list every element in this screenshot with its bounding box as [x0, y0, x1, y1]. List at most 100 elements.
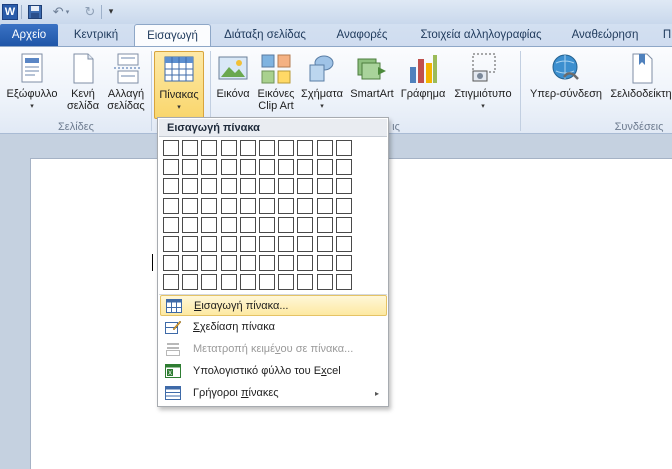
- grid-cell[interactable]: [201, 255, 218, 272]
- grid-cell[interactable]: [201, 178, 218, 195]
- grid-cell[interactable]: [316, 216, 333, 233]
- grid-cell[interactable]: [316, 178, 333, 195]
- grid-cell[interactable]: [201, 236, 218, 252]
- grid-cell[interactable]: [259, 159, 275, 176]
- grid-cell[interactable]: [201, 159, 218, 176]
- draw-table-menu-item[interactable]: Σχεδίαση πίνακα: [160, 317, 387, 338]
- tab-home[interactable]: Κεντρική: [62, 24, 130, 46]
- grid-cell[interactable]: [201, 197, 218, 214]
- grid-cell[interactable]: [220, 140, 237, 156]
- tab-review[interactable]: Αναθεώρηση: [562, 24, 648, 46]
- tab-view[interactable]: Π: [662, 24, 672, 46]
- shapes-button[interactable]: Σχήματα ▾: [298, 49, 346, 113]
- grid-cell[interactable]: [182, 197, 199, 214]
- grid-cell[interactable]: [335, 178, 352, 195]
- grid-cell[interactable]: [297, 178, 314, 195]
- table-size-grid[interactable]: [163, 140, 359, 296]
- grid-cell[interactable]: [278, 216, 295, 233]
- clip-art-button[interactable]: Εικόνες Clip Art: [254, 49, 298, 112]
- grid-cell[interactable]: [297, 159, 314, 176]
- table-button[interactable]: Πίνακας ▾: [154, 51, 204, 119]
- grid-cell[interactable]: [163, 255, 179, 272]
- grid-cell[interactable]: [316, 255, 333, 272]
- undo-dropdown-caret[interactable]: ▾: [66, 8, 70, 16]
- grid-cell[interactable]: [335, 274, 352, 291]
- grid-cell[interactable]: [297, 236, 314, 252]
- grid-cell[interactable]: [297, 255, 314, 272]
- screenshot-button[interactable]: Στιγμιότυπο ▾: [450, 49, 516, 113]
- blank-page-button[interactable]: Κενή σελίδα: [64, 49, 102, 112]
- grid-cell[interactable]: [335, 255, 352, 272]
- grid-cell[interactable]: [163, 197, 179, 214]
- grid-cell[interactable]: [259, 178, 275, 195]
- convert-text-to-table-menu-item[interactable]: Μετατροπή κειμένου σε πίνακα...: [160, 339, 387, 360]
- grid-cell[interactable]: [239, 159, 256, 176]
- grid-cell[interactable]: [278, 236, 295, 252]
- grid-cell[interactable]: [182, 274, 199, 291]
- excel-spreadsheet-menu-item[interactable]: X Υπολογιστικό φύλλο του Excel: [160, 361, 387, 382]
- grid-cell[interactable]: [220, 159, 237, 176]
- chart-button[interactable]: Γράφημα: [397, 49, 449, 100]
- tab-file[interactable]: Αρχείο: [0, 24, 58, 46]
- grid-cell[interactable]: [201, 140, 218, 156]
- grid-cell[interactable]: [163, 274, 179, 291]
- grid-cell[interactable]: [239, 140, 256, 156]
- grid-cell[interactable]: [259, 236, 275, 252]
- grid-cell[interactable]: [278, 255, 295, 272]
- grid-cell[interactable]: [239, 255, 256, 272]
- grid-cell[interactable]: [335, 159, 352, 176]
- tab-page-layout[interactable]: Διάταξη σελίδας: [215, 24, 315, 46]
- grid-cell[interactable]: [335, 216, 352, 233]
- grid-cell[interactable]: [278, 140, 295, 156]
- grid-cell[interactable]: [316, 236, 333, 252]
- grid-cell[interactable]: [239, 197, 256, 214]
- tab-mailings[interactable]: Στοιχεία αλληλογραφίας: [408, 24, 554, 46]
- grid-cell[interactable]: [220, 274, 237, 291]
- grid-cell[interactable]: [182, 236, 199, 252]
- grid-cell[interactable]: [316, 159, 333, 176]
- page-break-button[interactable]: Αλλαγή σελίδας: [104, 49, 148, 112]
- grid-cell[interactable]: [239, 178, 256, 195]
- picture-button[interactable]: Εικόνα: [212, 49, 254, 100]
- grid-cell[interactable]: [259, 255, 275, 272]
- grid-cell[interactable]: [220, 178, 237, 195]
- grid-cell[interactable]: [297, 216, 314, 233]
- grid-cell[interactable]: [220, 236, 237, 252]
- grid-cell[interactable]: [297, 140, 314, 156]
- grid-cell[interactable]: [182, 216, 199, 233]
- grid-cell[interactable]: [201, 216, 218, 233]
- grid-cell[interactable]: [163, 178, 179, 195]
- grid-cell[interactable]: [182, 178, 199, 195]
- grid-cell[interactable]: [297, 274, 314, 291]
- grid-cell[interactable]: [201, 274, 218, 291]
- word-app-icon[interactable]: W: [2, 4, 18, 20]
- customize-quick-access-button[interactable]: ▾: [106, 3, 116, 20]
- grid-cell[interactable]: [259, 216, 275, 233]
- hyperlink-button[interactable]: Υπερ-σύνδεση: [526, 49, 606, 100]
- grid-cell[interactable]: [163, 140, 179, 156]
- cover-page-button[interactable]: Εξώφυλλο ▾: [4, 49, 60, 113]
- grid-cell[interactable]: [316, 197, 333, 214]
- tab-insert[interactable]: Εισαγωγή: [134, 24, 211, 47]
- save-button[interactable]: [27, 3, 43, 20]
- grid-cell[interactable]: [163, 236, 179, 252]
- grid-cell[interactable]: [259, 274, 275, 291]
- grid-cell[interactable]: [278, 178, 295, 195]
- grid-cell[interactable]: [335, 197, 352, 214]
- grid-cell[interactable]: [278, 197, 295, 214]
- grid-cell[interactable]: [163, 216, 179, 233]
- grid-cell[interactable]: [220, 216, 237, 233]
- grid-cell[interactable]: [220, 197, 237, 214]
- grid-cell[interactable]: [239, 236, 256, 252]
- grid-cell[interactable]: [182, 140, 199, 156]
- bookmark-button[interactable]: Σελιδοδείκτη: [606, 49, 672, 100]
- grid-cell[interactable]: [182, 255, 199, 272]
- redo-button[interactable]: ↻: [82, 3, 98, 20]
- grid-cell[interactable]: [259, 140, 275, 156]
- grid-cell[interactable]: [278, 274, 295, 291]
- smartart-button[interactable]: SmartArt: [347, 49, 397, 100]
- grid-cell[interactable]: [239, 216, 256, 233]
- grid-cell[interactable]: [220, 255, 237, 272]
- grid-cell[interactable]: [182, 159, 199, 176]
- grid-cell[interactable]: [163, 159, 179, 176]
